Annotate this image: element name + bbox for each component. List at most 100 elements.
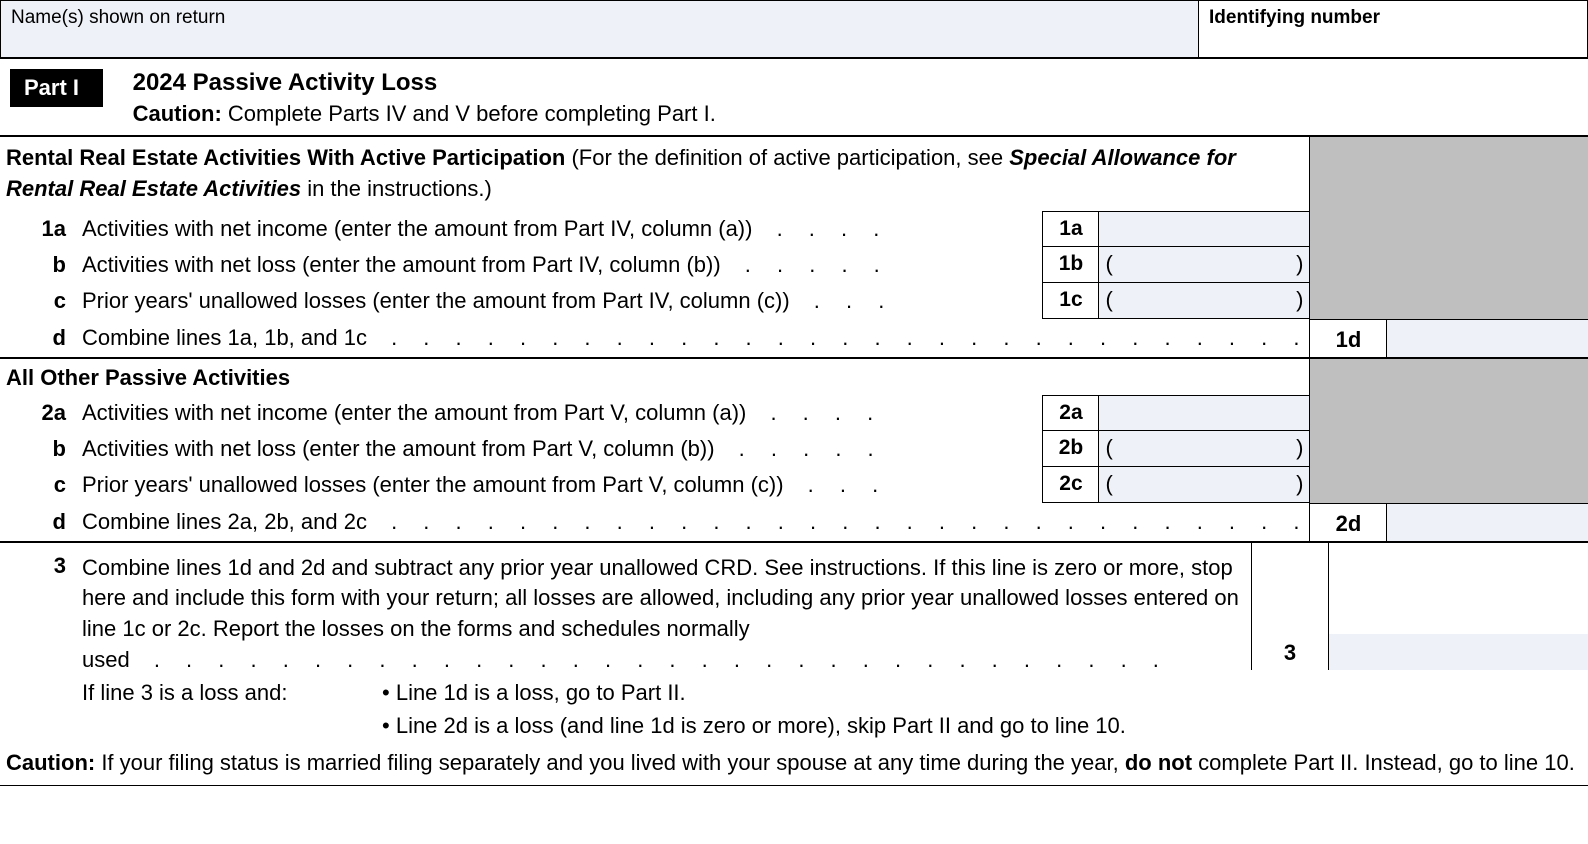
line-1c-num: c: [0, 283, 82, 319]
rental-grey-block: [1309, 137, 1588, 319]
footer-caution-label: Caution:: [6, 750, 95, 775]
line-1c-row: c Prior years' unallowed losses (enter t…: [0, 283, 1309, 319]
line-1b-row: b Activities with net loss (enter the am…: [0, 247, 1309, 283]
footer-caution-strong: do not: [1125, 750, 1192, 775]
caution-text: Complete Parts IV and V before completin…: [228, 101, 716, 126]
line-2a-row: 2a Activities with net income (enter the…: [0, 395, 1309, 431]
line-2b-num: b: [0, 431, 82, 467]
paren-close: ): [1296, 435, 1303, 461]
line-2c-amount[interactable]: (): [1099, 467, 1309, 502]
line-2c-desc: Prior years' unallowed losses (enter the…: [82, 467, 1042, 503]
rental-block-left: Rental Real Estate Activities With Activ…: [0, 137, 1309, 357]
line-1d-text: Combine lines 1a, 1b, and 1c: [82, 325, 367, 351]
paren-open: (: [1105, 287, 1112, 313]
footer-caution: Caution: If your filing status is marrie…: [0, 746, 1588, 786]
form-container: Name(s) shown on return Identifying numb…: [0, 0, 1588, 786]
line-2c-row: c Prior years' unallowed losses (enter t…: [0, 467, 1309, 503]
line-1b-desc: Activities with net loss (enter the amou…: [82, 247, 1042, 283]
paren-open: (: [1105, 251, 1112, 277]
dots: . . . . . . . . . . . . . . . . . . . . …: [375, 325, 1310, 351]
rental-heading-strong: Rental Real Estate Activities With Activ…: [6, 145, 565, 170]
line-1d-row: d Combine lines 1a, 1b, and 1c . . . . .…: [0, 319, 1309, 357]
line-1a-text: Activities with net income (enter the am…: [82, 216, 752, 242]
line-2d-row: d Combine lines 2a, 2b, and 2c . . . . .…: [0, 503, 1309, 541]
line-3-boxlabel: 3: [1251, 543, 1329, 670]
dots: . . . .: [760, 216, 889, 242]
part-title: 2024 Passive Activity Loss: [133, 69, 438, 96]
line-1b-num: b: [0, 247, 82, 283]
line-3-bullets: If line 3 is a loss and: Line 1d is a lo…: [82, 676, 1251, 742]
paren-open: (: [1105, 471, 1112, 497]
line-2d-num: d: [0, 503, 82, 541]
line-1b-text: Activities with net loss (enter the amou…: [82, 252, 721, 278]
line-3-iflabel: If line 3 is a loss and:: [82, 676, 382, 709]
dots: . . . . .: [723, 436, 884, 462]
line-2b-desc: Activities with net loss (enter the amou…: [82, 431, 1042, 467]
identifying-number-label: Identifying number: [1209, 7, 1577, 29]
part-title-block: 2024 Passive Activity Loss Caution: Comp…: [133, 69, 716, 127]
line-2a-box: 2a: [1042, 395, 1309, 431]
line3-block: 3 Combine lines 1d and 2d and subtract a…: [0, 543, 1588, 746]
line-1d-desc: Combine lines 1a, 1b, and 1c . . . . . .…: [82, 319, 1309, 357]
footer-caution-text1: If your filing status is married filing …: [95, 750, 1125, 775]
line-3-num: 3: [0, 553, 82, 676]
footer-caution-text2: complete Part II. Instead, go to line 10…: [1192, 750, 1575, 775]
line-1d-boxlabel: 1d: [1309, 320, 1387, 357]
line-1b-amount[interactable]: (): [1099, 247, 1309, 282]
line-1a-row: 1a Activities with net income (enter the…: [0, 211, 1309, 247]
part-caution: Caution: Complete Parts IV and V before …: [133, 101, 716, 127]
other-subheader: All Other Passive Activities: [0, 359, 1309, 395]
dots: . . . . . . . . . . . . . . . . . . . . …: [375, 509, 1310, 535]
bullet-row-1: If line 3 is a loss and: Line 1d is a lo…: [82, 676, 1251, 709]
line-2b-box: 2b (): [1042, 431, 1309, 467]
line-1a-amount[interactable]: [1099, 212, 1309, 246]
dots: . . . . . . . . . . . . . . . . . . . . …: [138, 647, 1169, 672]
line-2d-amount[interactable]: [1387, 504, 1588, 541]
line-2c-text: Prior years' unallowed losses (enter the…: [82, 472, 784, 498]
line-1b-boxlabel: 1b: [1043, 247, 1099, 282]
bullet-1: Line 1d is a loss, go to Part II.: [382, 676, 686, 709]
paren-close: ): [1296, 471, 1303, 497]
other-block: All Other Passive Activities 2a Activiti…: [0, 359, 1588, 543]
line-2d-rightbox: 2d: [1309, 503, 1588, 541]
paren-open: (: [1105, 435, 1112, 461]
line-3-row: 3 Combine lines 1d and 2d and subtract a…: [0, 553, 1251, 676]
line-2a-boxlabel: 2a: [1043, 396, 1099, 430]
line-2b-boxlabel: 2b: [1043, 431, 1099, 466]
line-1a-num: 1a: [0, 211, 82, 247]
dots: . . . .: [754, 400, 883, 426]
line-1a-boxlabel: 1a: [1043, 212, 1099, 246]
other-right-col: 2d: [1309, 359, 1588, 541]
line-1c-amount[interactable]: (): [1099, 283, 1309, 318]
line3-left: 3 Combine lines 1d and 2d and subtract a…: [0, 543, 1251, 746]
line-2a-text: Activities with net income (enter the am…: [82, 400, 746, 426]
line-2b-row: b Activities with net loss (enter the am…: [0, 431, 1309, 467]
line-1a-desc: Activities with net income (enter the am…: [82, 211, 1042, 247]
dots: . . . . .: [729, 252, 890, 278]
line3-right-spacer: [1251, 670, 1588, 746]
bullet-row-2: Line 2d is a loss (and line 1d is zero o…: [82, 709, 1251, 742]
other-block-left: All Other Passive Activities 2a Activiti…: [0, 359, 1309, 541]
rental-block: Rental Real Estate Activities With Activ…: [0, 137, 1588, 359]
line-2a-amount[interactable]: [1099, 396, 1309, 430]
part-label: Part I: [10, 69, 103, 107]
line-1d-amount[interactable]: [1387, 320, 1588, 357]
names-shown-field[interactable]: Name(s) shown on return: [0, 1, 1198, 57]
other-grey-block: [1309, 359, 1588, 503]
rental-heading-rest1: (For the definition of active participat…: [565, 145, 1009, 170]
caution-label: Caution:: [133, 101, 222, 126]
line3-right-col: 3: [1251, 543, 1588, 746]
line-2c-boxlabel: 2c: [1043, 467, 1099, 502]
line-3-ifrow: If line 3 is a loss and: Line 1d is a lo…: [0, 676, 1251, 742]
line-2b-amount[interactable]: (): [1099, 431, 1309, 466]
names-shown-label: Name(s) shown on return: [11, 7, 1188, 29]
spacer: [82, 709, 382, 742]
identifying-number-field[interactable]: Identifying number: [1198, 1, 1588, 57]
line-2c-num: c: [0, 467, 82, 503]
line-3-amount[interactable]: [1329, 634, 1588, 670]
line-1d-num: d: [0, 319, 82, 357]
rental-heading-wrap: Rental Real Estate Activities With Activ…: [0, 137, 1309, 211]
rental-heading-rest2: in the instructions.): [301, 176, 492, 201]
line-2d-boxlabel: 2d: [1309, 504, 1387, 541]
line-3-amount-cell: [1329, 543, 1588, 670]
